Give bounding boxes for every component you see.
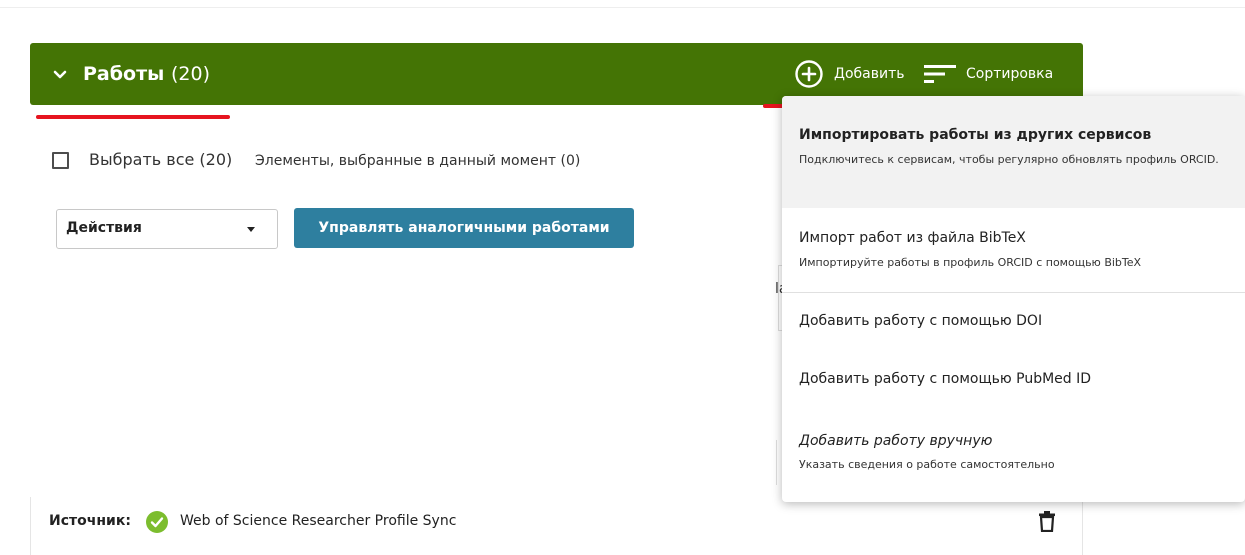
select-all-checkbox[interactable] (52, 152, 69, 169)
menu-item-title: Импортировать работы из других сервисов (799, 127, 1152, 143)
menu-item-title: Добавить работу вручную (799, 433, 993, 449)
menu-item-subtitle: Подключитесь к сервисам, чтобы регулярно… (799, 153, 1219, 166)
menu-item-subtitle: Указать сведения о работе самостоятельно (799, 458, 1055, 471)
menu-item-subtitle: Импортируйте работы в профиль ORCID с по… (799, 256, 1142, 269)
annotation-underline-works (36, 115, 230, 119)
chevron-down-icon[interactable] (52, 67, 68, 83)
works-count: (20) (171, 63, 211, 85)
menu-item-add-pubmed[interactable]: Добавить работу с помощью PubMed ID (782, 351, 1245, 409)
add-works-dropdown: Импортировать работы из других сервисов … (782, 96, 1245, 502)
top-divider (0, 7, 1245, 8)
selected-count-text: Элементы, выбранные в данный момент (0) (255, 153, 581, 169)
add-button-label[interactable]: Добавить (834, 65, 904, 83)
menu-item-title: Импорт работ из файла BibTeX (799, 230, 1026, 246)
source-name: Web of Science Researcher Profile Sync (180, 513, 457, 529)
actions-select-value: Действия (66, 220, 142, 236)
menu-item-import-bibtex[interactable]: Импорт работ из файла BibTeX Импортируйт… (782, 208, 1245, 292)
add-circle-icon[interactable] (794, 59, 824, 89)
check-circle-icon (146, 511, 168, 533)
menu-item-title: Добавить работу с помощью DOI (799, 313, 1043, 329)
actions-select[interactable]: Действия (56, 209, 278, 249)
menu-item-title: Добавить работу с помощью PubMed ID (799, 371, 1092, 387)
card-edge (776, 440, 777, 485)
works-title: Работы (83, 63, 165, 85)
sort-button-label[interactable]: Сортировка (966, 65, 1053, 83)
trash-icon[interactable] (1038, 510, 1056, 532)
caret-down-icon (247, 227, 255, 232)
menu-item-add-doi[interactable]: Добавить работу с помощью DOI (782, 293, 1245, 351)
menu-item-add-manually[interactable]: Добавить работу вручную Указать сведения… (782, 409, 1245, 502)
sort-icon[interactable] (923, 63, 957, 85)
select-all-label[interactable]: Выбрать все (20) (89, 150, 232, 170)
source-row: Источник: Web of Science Researcher Prof… (30, 497, 1083, 555)
menu-item-import-services[interactable]: Импортировать работы из других сервисов … (782, 96, 1245, 208)
source-label: Источник: (49, 513, 131, 529)
manage-similar-works-button[interactable]: Управлять аналогичными работами (294, 208, 634, 248)
